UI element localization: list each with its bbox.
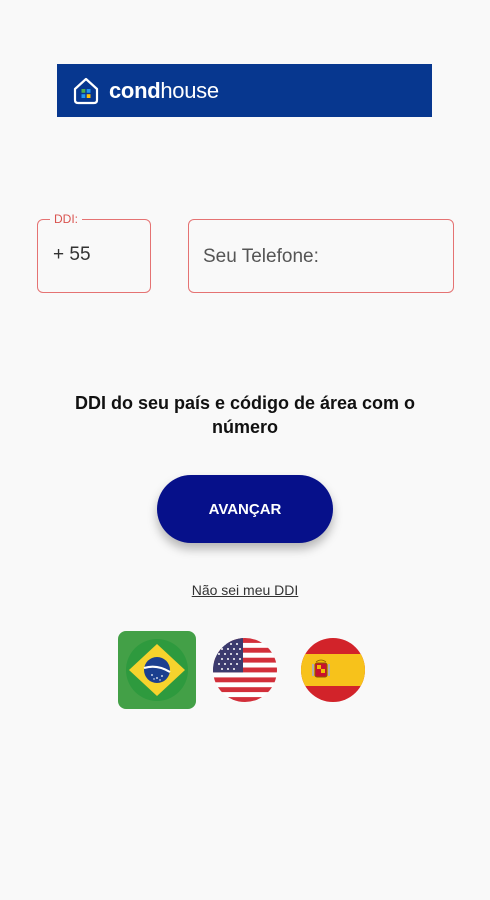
unknown-ddi-link[interactable]: Não sei meu DDI xyxy=(0,582,490,598)
house-logo-icon xyxy=(73,77,99,104)
brazil-flag-icon[interactable] xyxy=(118,631,196,709)
phone-input[interactable] xyxy=(203,244,439,270)
next-button[interactable]: AVANÇAR xyxy=(157,475,333,543)
brand-name: condhouse xyxy=(109,77,219,103)
instruction-text: DDI do seu país e código de área com o n… xyxy=(74,393,416,437)
login-screen: condhouse DDI: + 55 DDI do seu país e có… xyxy=(0,0,490,900)
ddi-field[interactable]: DDI: + 55 xyxy=(37,212,151,293)
usa-flag-icon[interactable] xyxy=(213,638,277,702)
spain-flag-icon[interactable] xyxy=(301,638,365,702)
brazil-flag-graphic xyxy=(126,639,188,701)
logo-banner: condhouse xyxy=(57,64,432,117)
ddi-label: DDI: xyxy=(50,212,82,226)
ddi-value[interactable]: + 55 xyxy=(53,244,91,266)
phone-field[interactable] xyxy=(188,219,454,293)
